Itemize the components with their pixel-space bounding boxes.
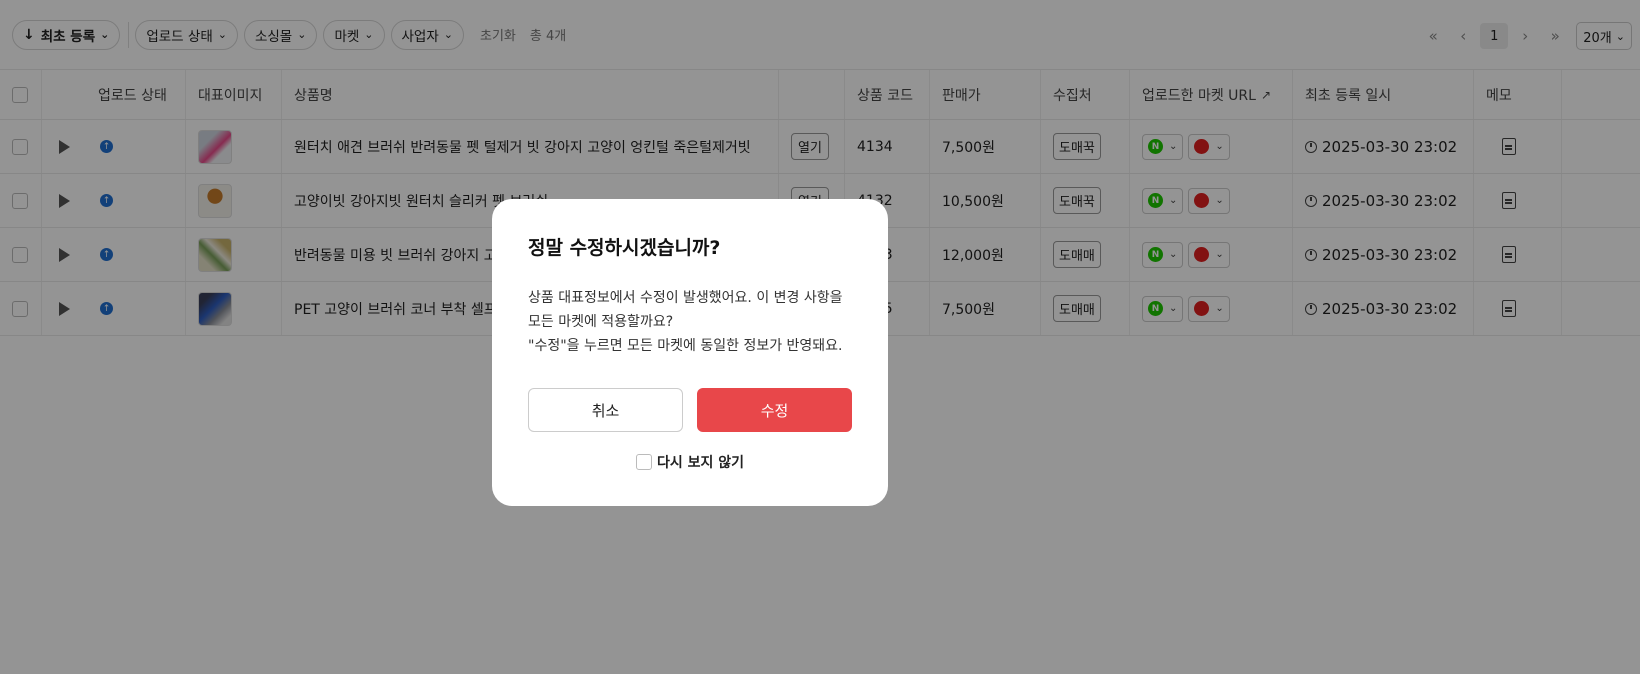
dont-show-again[interactable]: 다시 보지 않기 (528, 452, 852, 472)
cancel-button[interactable]: 취소 (528, 388, 683, 432)
modal-title: 정말 수정하시겠습니까? (528, 237, 721, 259)
modal-message: 상품 대표정보에서 수정이 발생했어요. 이 변경 사항을 모든 마켓에 적용할… (528, 290, 843, 354)
confirm-edit-button[interactable]: 수정 (697, 388, 852, 432)
confirm-edit-modal: 정말 수정하시겠습니까? 상품 대표정보에서 수정이 발생했어요. 이 변경 사… (492, 199, 888, 506)
dont-show-again-label: 다시 보지 않기 (656, 455, 745, 471)
dont-show-again-checkbox[interactable] (635, 454, 652, 470)
modal-actions: 취소 수정 (528, 388, 852, 432)
